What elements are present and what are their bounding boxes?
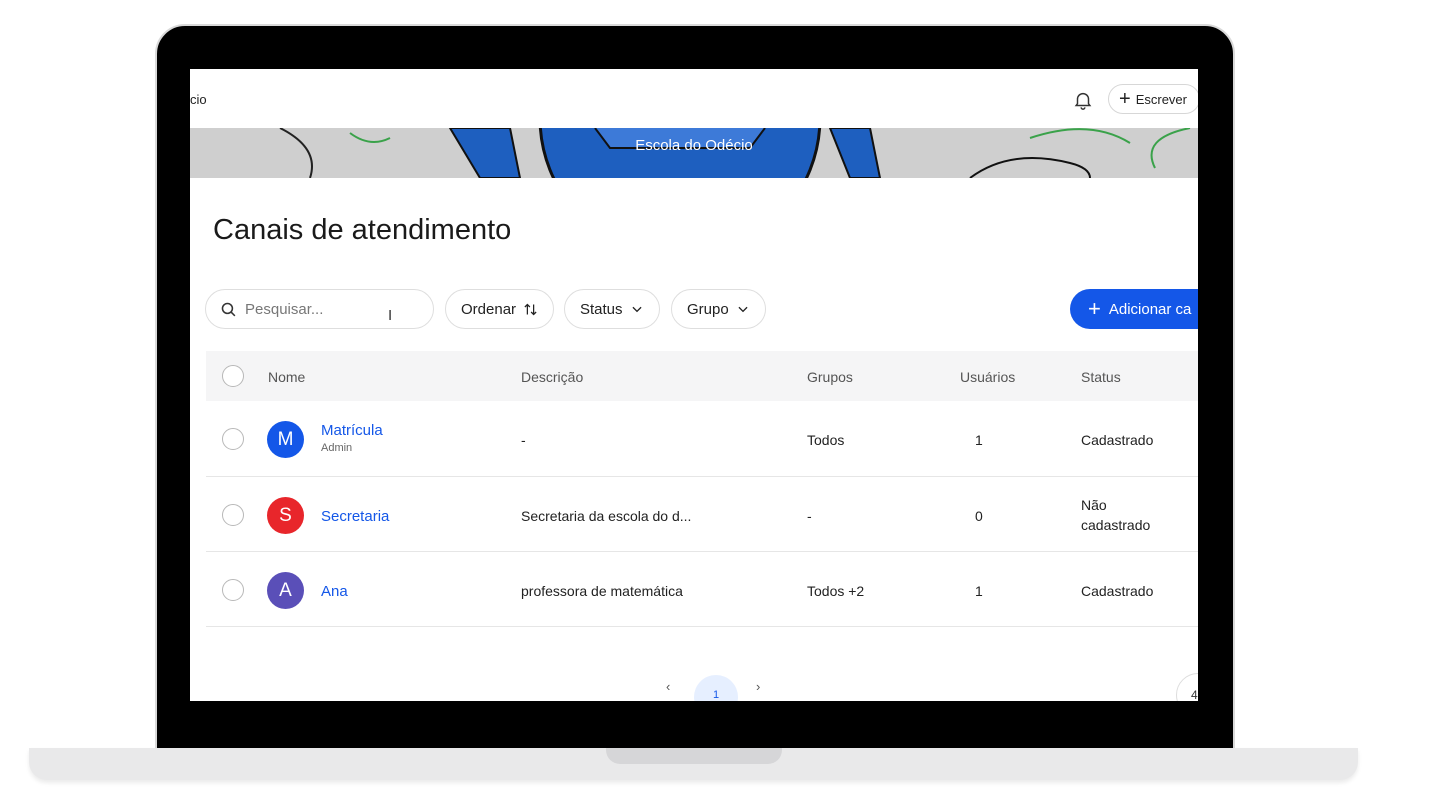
channel-users: 0 (975, 508, 983, 524)
sort-button[interactable]: Ordenar (445, 289, 555, 329)
add-channel-label: Adicionar ca (1108, 300, 1192, 318)
channel-groups: Todos (807, 432, 845, 448)
write-button[interactable]: + Escrever (1108, 84, 1198, 114)
channel-status: Cadastrado (1081, 432, 1154, 448)
avatar: S (267, 497, 304, 534)
channel-name[interactable]: Ana (321, 583, 348, 600)
channel-users: 1 (975, 583, 983, 599)
column-groups[interactable]: Grupos (807, 369, 853, 385)
text-cursor-icon: I (388, 307, 393, 324)
column-status[interactable]: Status (1081, 369, 1121, 385)
column-name[interactable]: Nome (268, 369, 305, 385)
avatar: A (267, 572, 304, 609)
channel-groups: - (807, 508, 812, 524)
channel-status-line2: cadastrado (1081, 517, 1151, 533)
sort-arrows-icon (523, 302, 538, 317)
school-banner: Escola do Odécio (190, 128, 1198, 178)
avatar: M (267, 421, 304, 458)
status-filter[interactable]: Status (564, 289, 660, 329)
channel-name[interactable]: Secretaria (321, 508, 389, 525)
chevron-down-icon (630, 302, 644, 316)
current-page[interactable]: 1 (694, 675, 738, 701)
bell-icon[interactable] (1072, 89, 1094, 111)
channel-description: Secretaria da escola do d... (521, 508, 692, 524)
sort-button-label: Ordenar (461, 300, 517, 318)
search-icon (221, 302, 236, 316)
table-row[interactable]: M Matrícula Admin - Todos 1 Cadastrado (206, 402, 1198, 477)
chevron-down-icon (736, 302, 750, 316)
channel-users: 1 (975, 432, 983, 448)
row-checkbox[interactable] (222, 428, 244, 450)
laptop-notch (606, 748, 782, 764)
app-screen: cio + Escrever Escola do Odécio Canais d… (190, 69, 1198, 701)
select-all-checkbox[interactable] (222, 365, 244, 387)
chevron-right-icon[interactable]: › (756, 679, 760, 694)
table-header: Nome Descrição Grupos Usuários Status (206, 351, 1198, 401)
chevron-left-icon[interactable]: ‹ (666, 679, 670, 694)
channel-description: professora de matemática (521, 583, 683, 599)
school-name: Escola do Odécio (635, 137, 753, 154)
group-filter[interactable]: Grupo (671, 289, 766, 329)
column-users[interactable]: Usuários (960, 369, 1015, 385)
channel-name[interactable]: Matrícula (321, 422, 383, 439)
column-description[interactable]: Descrição (521, 369, 583, 385)
page-title: Canais de atendimento (213, 214, 512, 246)
group-filter-label: Grupo (687, 300, 729, 318)
page-size-selector[interactable]: 4 (1176, 673, 1198, 701)
row-checkbox[interactable] (222, 579, 244, 601)
add-channel-button[interactable]: + Adicionar ca (1070, 289, 1198, 329)
top-bar: cio + Escrever (190, 69, 1198, 128)
status-filter-label: Status (580, 300, 623, 318)
table-row[interactable]: S Secretaria Secretaria da escola do d..… (206, 477, 1198, 552)
search-box[interactable]: I (205, 289, 434, 329)
channel-groups: Todos +2 (807, 583, 865, 599)
write-button-label: Escrever (1135, 91, 1187, 107)
row-checkbox[interactable] (222, 504, 244, 526)
channel-role: Admin (321, 442, 353, 454)
table-row[interactable]: A Ana professora de matemática Todos +2 … (206, 552, 1198, 627)
plus-icon: + (1119, 88, 1131, 110)
channel-status-line1: Não (1081, 497, 1107, 513)
breadcrumb[interactable]: cio (190, 92, 207, 107)
channel-status: Cadastrado (1081, 583, 1154, 599)
plus-icon: + (1088, 296, 1101, 321)
channel-description: - (521, 432, 526, 448)
